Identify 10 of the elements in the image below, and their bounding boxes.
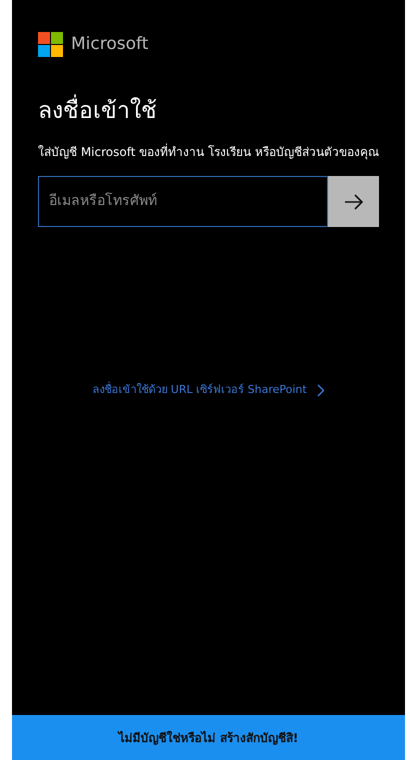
logo-icon [38, 32, 63, 58]
next-button[interactable] [328, 176, 379, 227]
arrow-right-icon [344, 194, 364, 210]
create-account-bar[interactable]: ไม่มีบัญชีใช่หรือไม่ สร้างสักบัญชีสิ! [12, 715, 405, 760]
email-field[interactable]: อีเมลหรือโทรศัพท์ [38, 176, 328, 227]
logo-text: Microsoft [71, 33, 148, 56]
page-title: ลงชื่อเข้าใช้ [38, 94, 379, 128]
sharepoint-link[interactable]: ลงชื่อเข้าใช้ด้วย URL เซิร์ฟเวอร์ SharePoint [92, 382, 307, 398]
chevron-right-icon [316, 384, 325, 397]
description-text: ใส่บัญชี Microsoft ของที่ทำงาน โรงเรียน หรือบัญชีส่วนตัวของคุณ [38, 142, 379, 162]
